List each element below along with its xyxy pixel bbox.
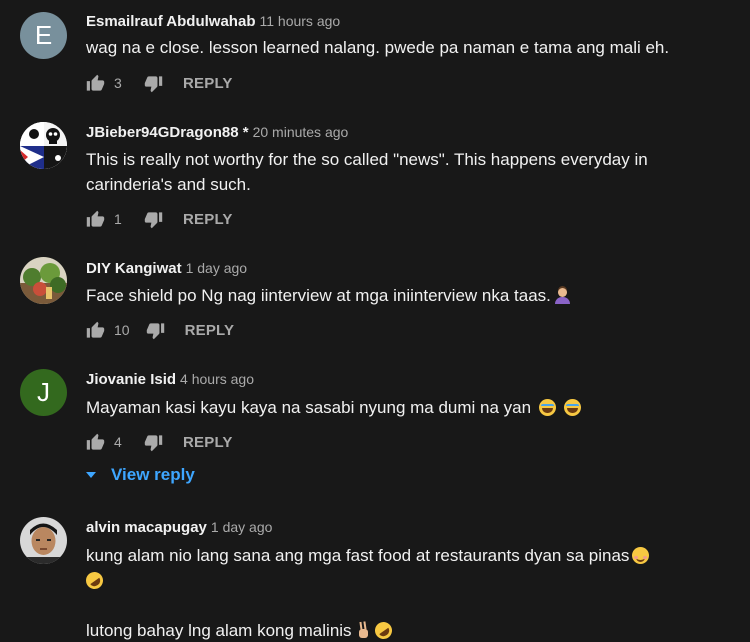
comment-text-content: lutong bahay lng alam kong malinis (86, 621, 352, 640)
author-name[interactable]: Jiovanie Isid (86, 371, 176, 388)
comment-text-content: Face shield po Ng nag iinterview at mga … (86, 286, 551, 305)
comment-4: J Jiovanie Isid 4 hours ago Mayaman kasi … (0, 357, 750, 507)
comment-text-line: Mayaman kasi kayu kaya na sasabi nyung m… (86, 395, 726, 420)
author-name[interactable]: Esmailrauf Abdulwahab (86, 13, 255, 30)
comment-5: alvin macapugay 1 day ago kung alam nio l… (0, 505, 750, 642)
comment-text-content: Mayaman kasi kayu kaya na sasabi nyung m… (86, 398, 532, 417)
avatar[interactable]: J (20, 369, 67, 416)
view-reply-label: View reply (111, 465, 195, 484)
comment-text: Face shield po Ng nag iinterview at mga … (86, 283, 726, 308)
comment-text: This is really not worthy for the so cal… (86, 147, 726, 197)
view-reply-button[interactable]: View reply (86, 465, 195, 485)
like-count: 1 (114, 211, 122, 227)
thumbs-up-icon[interactable] (86, 433, 105, 452)
avatar[interactable] (20, 122, 67, 169)
comment-header: Esmailrauf Abdulwahab 11 hours ago (86, 11, 340, 31)
avatar[interactable]: E (20, 12, 67, 59)
smiling-blush-emoji-icon (632, 547, 650, 564)
comment-header: Jiovanie Isid 4 hours ago (86, 369, 254, 389)
comment-actions: 4 REPLY (86, 431, 233, 453)
timestamp[interactable]: 1 day ago (211, 519, 273, 535)
rolling-laughing-emoji-icon (82, 568, 107, 593)
comment-text-line (82, 568, 726, 593)
thumbs-down-icon[interactable] (146, 321, 165, 340)
thumbs-up-icon[interactable] (86, 210, 105, 229)
comment-1: E Esmailrauf Abdulwahab 11 hours ago wag … (0, 0, 750, 110)
comment-text-line (86, 593, 726, 618)
comment-header: DIY Kangiwat 1 day ago (86, 258, 247, 278)
comment-2: JBieber94GDragon88 * 20 minutes ago This … (0, 110, 750, 245)
comments-section: E Esmailrauf Abdulwahab 11 hours ago wag … (0, 0, 750, 642)
like-count: 4 (114, 434, 122, 450)
comment-text-line: lutong bahay lng alam kong malinis (86, 618, 726, 642)
avatar[interactable] (20, 257, 67, 304)
comment-text-line: Face shield po Ng nag iinterview at mga … (86, 283, 726, 308)
comment-text-line: wag na e close. lesson learned nalang. p… (86, 38, 670, 57)
person-photo-avatar-icon (20, 517, 67, 564)
comment-header: alvin macapugay 1 day ago (86, 517, 272, 537)
author-name[interactable]: alvin macapugay (86, 519, 207, 536)
thumbs-up-icon[interactable] (86, 74, 105, 93)
victory-hand-emoji-icon (355, 622, 372, 639)
rolling-laughing-emoji-icon (371, 618, 395, 642)
author-name[interactable]: DIY Kangiwat (86, 260, 182, 277)
avatar[interactable] (20, 517, 67, 564)
comment-text-line: carinderia's and such. (86, 175, 251, 194)
thumbs-down-icon[interactable] (144, 210, 163, 229)
thumbs-down-icon[interactable] (144, 433, 163, 452)
comment-actions: 3 REPLY (86, 72, 233, 94)
skull-flag-avatar-icon (20, 122, 67, 169)
author-name[interactable]: JBieber94GDragon88 * (86, 124, 249, 141)
comment-3: DIY Kangiwat 1 day ago Face shield po Ng … (0, 245, 750, 360)
comment-text-line: This is really not worthy for the so cal… (86, 150, 648, 169)
reply-button[interactable]: REPLY (185, 322, 235, 339)
like-count: 3 (114, 75, 122, 91)
like-count: 10 (114, 322, 130, 338)
comment-text: Mayaman kasi kayu kaya na sasabi nyung m… (86, 395, 726, 420)
timestamp[interactable]: 1 day ago (186, 260, 248, 276)
avatar-letter: E (34, 20, 53, 50)
comment-actions: 1 REPLY (86, 208, 233, 230)
plants-photo-avatar-icon (20, 257, 67, 304)
laughing-emoji-icon (538, 399, 556, 416)
avatar-letter: J (37, 377, 50, 407)
reply-button[interactable]: REPLY (183, 75, 233, 92)
comment-actions: 10 REPLY (86, 319, 234, 341)
caret-down-icon (86, 472, 96, 478)
comment-text: kung alam nio lang sana ang mga fast foo… (82, 543, 726, 642)
comment-text-line: kung alam nio lang sana ang mga fast foo… (86, 543, 726, 568)
reply-button[interactable]: REPLY (183, 434, 233, 451)
laughing-emoji-icon (563, 399, 581, 416)
comment-text: wag na e close. lesson learned nalang. p… (86, 35, 726, 60)
comment-text-content: kung alam nio lang sana ang mga fast foo… (86, 546, 630, 565)
timestamp[interactable]: 20 minutes ago (253, 124, 349, 140)
reply-button[interactable]: REPLY (183, 211, 233, 228)
comment-header: JBieber94GDragon88 * 20 minutes ago (86, 122, 348, 142)
timestamp[interactable]: 4 hours ago (180, 371, 254, 387)
person-emoji-icon (554, 287, 571, 304)
thumbs-down-icon[interactable] (144, 74, 163, 93)
timestamp[interactable]: 11 hours ago (259, 13, 340, 29)
thumbs-up-icon[interactable] (86, 321, 105, 340)
